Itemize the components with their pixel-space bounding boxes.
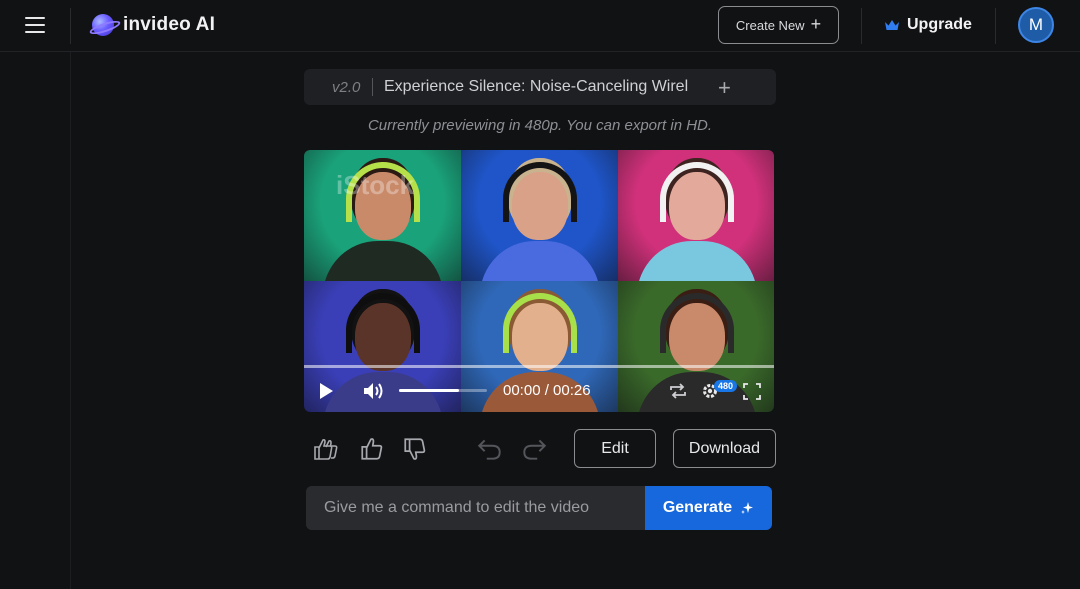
video-player[interactable]: iStock 00:00 / 00:26 480 [304, 150, 774, 412]
volume-level [399, 389, 459, 392]
time-display: 00:00 / 00:26 [503, 382, 591, 399]
divider [70, 8, 71, 44]
version-label[interactable]: v2.0 [332, 79, 360, 96]
plus-icon: + [810, 14, 822, 34]
headphones [502, 162, 577, 222]
avatar-initial: M [1028, 15, 1044, 34]
download-button[interactable]: Download [673, 429, 776, 468]
title-separator [372, 78, 373, 96]
headphones [502, 293, 577, 353]
redo-icon[interactable] [520, 436, 548, 462]
top-bar: invideo AI Create New + Upgrade M [0, 0, 1080, 52]
fullscreen-icon[interactable] [743, 383, 761, 400]
hamburger-menu-icon[interactable] [22, 14, 48, 36]
play-icon[interactable] [320, 383, 333, 399]
video-tile [618, 150, 774, 281]
command-bar: Generate [306, 486, 772, 530]
quality-badge: 480 [714, 380, 738, 392]
thumbs-up-icon[interactable] [358, 436, 386, 462]
person-body [322, 241, 443, 281]
video-title: Experience Silence: Noise-Canceling Wire… [384, 78, 689, 95]
volume-slider[interactable] [399, 389, 487, 392]
video-title-bar: v2.0 Experience Silence: Noise-Canceling… [304, 69, 776, 105]
divider [861, 8, 862, 44]
generate-label: Generate [662, 499, 733, 516]
logo[interactable]: invideo AI [92, 12, 215, 38]
headphones [659, 293, 734, 353]
create-new-button[interactable]: Create New + [718, 6, 839, 44]
invideo-logo-icon [92, 14, 114, 36]
person-body [479, 241, 600, 281]
sparkle-icon [741, 502, 754, 514]
preview-note: Currently previewing in 480p. You can ex… [367, 117, 713, 134]
app-name: invideo AI [123, 14, 216, 35]
avatar[interactable]: M [1018, 7, 1054, 43]
edit-button[interactable]: Edit [574, 429, 656, 468]
divider [995, 8, 996, 44]
undo-icon[interactable] [476, 436, 504, 462]
thumbs-down-icon[interactable] [401, 436, 429, 462]
loop-icon[interactable] [668, 382, 688, 400]
volume-icon[interactable] [362, 381, 386, 401]
person-body [636, 241, 757, 281]
progress-bar[interactable] [304, 365, 774, 368]
crown-icon [885, 20, 899, 30]
video-tile [461, 150, 618, 281]
sidebar-divider [70, 52, 71, 589]
upgrade-label: Upgrade [907, 16, 972, 33]
video-actions: Edit Download [304, 428, 776, 470]
upgrade-button[interactable]: Upgrade [884, 12, 972, 38]
super-like-icon[interactable] [312, 436, 340, 462]
command-input[interactable] [306, 486, 645, 530]
watermark: iStock [336, 170, 415, 200]
create-new-label: Create New [735, 17, 805, 33]
generate-button[interactable]: Generate [645, 486, 772, 530]
headphones [345, 293, 420, 353]
headphones [659, 162, 734, 222]
add-version-icon[interactable]: + [718, 75, 731, 101]
person-body [636, 372, 757, 412]
